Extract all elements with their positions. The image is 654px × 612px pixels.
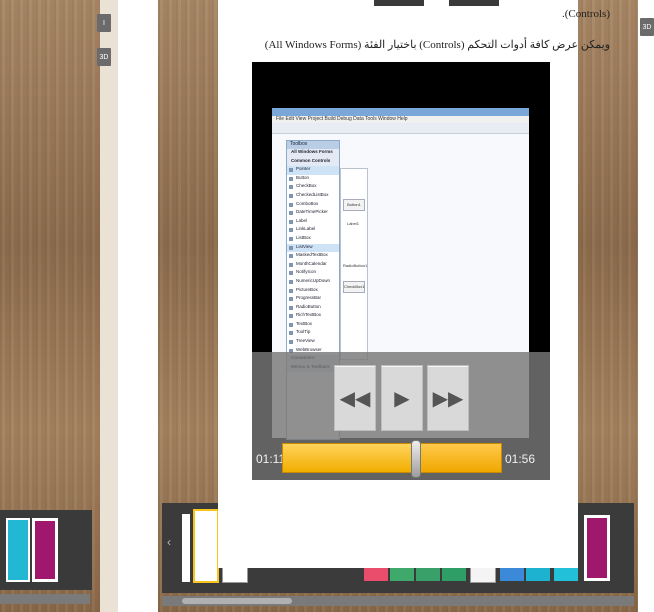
thumb-page-current[interactable]: [182, 514, 190, 582]
toolbox-item: Button: [287, 175, 339, 184]
toolbox-item: MaskedTextBox: [287, 252, 339, 261]
seek-handle[interactable]: [411, 440, 422, 478]
right-view-button-3d[interactable]: 3D: [640, 18, 654, 36]
toolbox-item: DateTimePicker: [287, 209, 339, 218]
toolbox-item: PictureBox: [287, 287, 339, 296]
play-button[interactable]: ▶: [381, 365, 423, 431]
ide-toolbar: [272, 123, 529, 134]
thumb-cover-last[interactable]: [584, 515, 610, 581]
toolbox-item: Label: [287, 218, 339, 227]
thumb-page-selected[interactable]: [193, 509, 219, 583]
toolbox-item: LinkLabel: [287, 226, 339, 235]
toolbox-item: NumericUpDown: [287, 278, 339, 287]
form-control-4: CheckBox1: [343, 281, 365, 293]
left-thumb-cover[interactable]: [32, 518, 58, 582]
rewind-icon: ◀◀: [339, 387, 371, 410]
form-control-1: Button1: [343, 199, 365, 211]
toolbox-item: CheckedListBox: [287, 192, 339, 201]
toolbox-item: ListBox: [287, 235, 339, 244]
thumb-left-arrow[interactable]: ‹: [167, 535, 177, 555]
toolbox-title: Toolbox: [287, 141, 339, 149]
seek-bar[interactable]: [282, 440, 502, 478]
form-control-2: Label1: [346, 221, 359, 226]
left-view-button-1[interactable]: I: [97, 14, 111, 32]
total-duration: 01:56: [505, 452, 536, 466]
toolbox-item: All Windows Forms: [287, 149, 339, 158]
left-scrollbar[interactable]: [0, 594, 90, 604]
left-thumb-cyan[interactable]: [6, 518, 30, 582]
toolbox-item: NotifyIcon: [287, 269, 339, 278]
video-player[interactable]: WindowsApplication1 - Microsoft Visual B…: [252, 62, 550, 480]
toolbox-list: All Windows Forms Common Controls Pointer B…: [287, 149, 339, 373]
form-control-3: RadioButton1: [343, 263, 368, 268]
video-letterbox-top: [278, 62, 524, 94]
toolbox-item: TreeView: [287, 338, 339, 347]
thumb-scrollbar-handle[interactable]: [182, 598, 292, 604]
toolbox-item: Common Controls: [287, 157, 339, 167]
elapsed-time: 01:11: [256, 452, 286, 466]
toolbox-item: ToolTip: [287, 329, 339, 338]
ide-form-preview: Button1 Label1 RadioButton1 CheckBox1: [340, 168, 368, 360]
play-icon: ▶: [394, 387, 410, 410]
thumb-page-selected-inner: [195, 511, 217, 581]
seek-bar-fill: [283, 444, 417, 472]
toolbox-item: TextBox: [287, 321, 339, 330]
fast-forward-button[interactable]: ▶▶: [427, 365, 469, 431]
page-top-button-2[interactable]: [449, 0, 499, 6]
toolbox-item: ListView: [287, 243, 339, 253]
toolbox-item: MonthCalendar: [287, 261, 339, 270]
player-controls-overlay: ◀◀ ▶ ▶▶ 01:11 01:56: [252, 352, 550, 480]
left-page-panel: I 3D: [0, 0, 118, 612]
left-page-edge: [100, 0, 118, 612]
fast-forward-icon: ▶▶: [432, 387, 464, 410]
toolbox-item: ProgressBar: [287, 295, 339, 304]
thumb-scrollbar[interactable]: [162, 596, 634, 606]
doc-line-2: ويمكن عرض كافة أدوات التحكم (Controls) ب…: [264, 39, 610, 51]
page-top-button-1[interactable]: [374, 0, 424, 6]
doc-line-1: (Controls).: [562, 8, 610, 20]
toolbox-item: RichTextBox: [287, 312, 339, 321]
toolbox-item: RadioButton: [287, 304, 339, 313]
toolbox-item: ComboBox: [287, 201, 339, 210]
toolbox-item: CheckBox: [287, 183, 339, 192]
rewind-button[interactable]: ◀◀: [334, 365, 376, 431]
toolbox-item: Pointer: [287, 166, 339, 175]
ide-menu-bar: File Edit View Project Build Debug Data …: [272, 116, 529, 123]
left-view-button-3d[interactable]: 3D: [97, 48, 111, 66]
ide-title-bar: WindowsApplication1 - Microsoft Visual B…: [272, 108, 529, 122]
